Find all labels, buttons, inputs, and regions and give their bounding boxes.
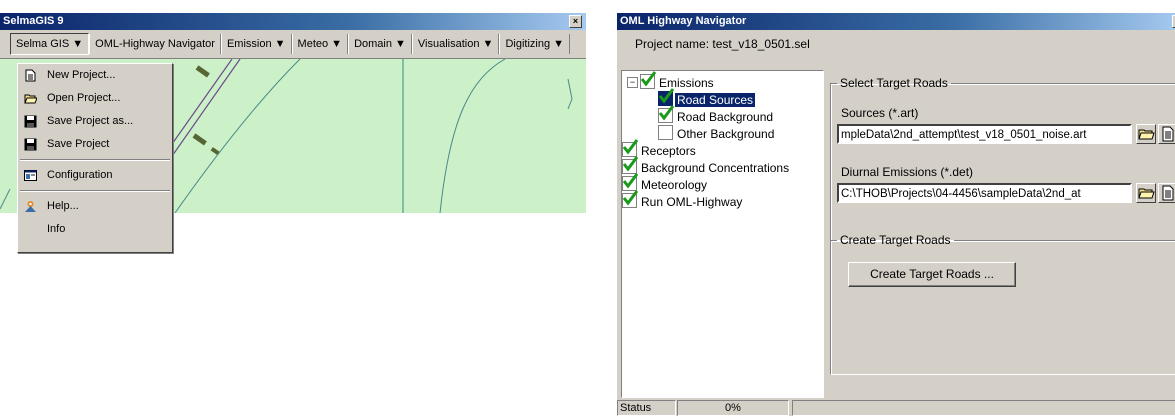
document-icon xyxy=(1162,185,1174,201)
tree-collapse-toggle[interactable]: − xyxy=(627,77,638,88)
status-progress: 0% xyxy=(677,400,789,416)
selmagis-menubar: Selma GIS ▼ OML-Highway Navigator Emissi… xyxy=(0,30,586,59)
menu-digitizing[interactable]: Digitizing ▼ xyxy=(499,34,571,54)
menu-item-label: Help... xyxy=(47,200,79,212)
sources-file-field[interactable]: mpleData\2nd_attempt\test_v18_0501_noise… xyxy=(837,124,1132,144)
view-sources-button[interactable] xyxy=(1158,124,1175,144)
menu-item-save-project[interactable]: Save Project xyxy=(18,133,172,156)
selmagis-title: SelmaGIS 9 xyxy=(3,15,64,27)
diurnal-emissions-file-field[interactable]: C:\THOB\Projects\04-4456\sampleData\2nd_… xyxy=(837,183,1132,203)
tree-item-label: Road Sources xyxy=(675,93,756,107)
check-icon[interactable] xyxy=(622,139,638,157)
tree-item-label: Receptors xyxy=(641,144,696,158)
tree-item-label: Other Background xyxy=(677,127,775,141)
help-icon xyxy=(25,201,36,212)
document-icon xyxy=(1162,126,1174,142)
unchecked-box-icon[interactable] xyxy=(658,125,673,140)
check-icon[interactable] xyxy=(622,190,638,208)
new-document-icon xyxy=(25,69,36,82)
menu-item-help[interactable]: Help... xyxy=(18,195,172,218)
open-folder-icon xyxy=(1138,129,1155,140)
project-name-label: Project name: test_v18_0501.sel xyxy=(635,37,810,51)
menu-item-label: New Project... xyxy=(47,69,116,81)
configuration-icon xyxy=(24,170,37,181)
menu-item-info[interactable]: Info xyxy=(18,218,172,241)
diurnal-emissions-label: Diurnal Emissions (*.det) xyxy=(841,165,974,179)
oml-titlebar: OML Highway Navigator × xyxy=(617,13,1175,30)
tree-item-other-background[interactable]: Other Background xyxy=(658,125,776,141)
tree-item-label: Road Background xyxy=(677,110,774,124)
menu-separator xyxy=(20,159,170,161)
tree-item-emissions[interactable]: Emissions xyxy=(640,71,716,90)
menu-item-configuration[interactable]: Configuration xyxy=(18,164,172,187)
menu-separator xyxy=(20,190,170,192)
menu-emission[interactable]: Emission ▼ xyxy=(220,34,292,54)
save-disk-icon xyxy=(24,138,37,151)
menu-selma-gis[interactable]: Selma GIS ▼ xyxy=(10,33,90,55)
menu-item-open-project[interactable]: Open Project... xyxy=(18,87,172,110)
menu-item-label: Open Project... xyxy=(47,92,121,104)
create-target-roads-group: Create Target Roads xyxy=(830,233,1175,375)
check-icon[interactable] xyxy=(622,173,638,191)
select-target-roads-legend: Select Target Roads xyxy=(840,76,948,90)
check-icon[interactable] xyxy=(658,88,674,106)
tree-item-background-concentrations[interactable]: Background Concentrations xyxy=(622,156,791,175)
menu-item-label: Save Project xyxy=(47,138,110,150)
tree-item-run-oml-highway[interactable]: Run OML-Highway xyxy=(622,190,744,209)
oml-navigator-window: OML Highway Navigator × Project name: te… xyxy=(617,13,1175,416)
menu-item-save-project-as[interactable]: Save Project as... xyxy=(18,110,172,133)
selmagis-titlebar: SelmaGIS 9 × xyxy=(0,13,586,30)
tree-item-label: Run OML-Highway xyxy=(641,195,743,209)
tree-item-road-background[interactable]: Road Background xyxy=(658,105,775,124)
status-message xyxy=(792,400,1175,416)
open-folder-icon xyxy=(1138,188,1155,199)
check-icon[interactable] xyxy=(658,105,674,123)
navigator-tree[interactable]: − Emissions Road Sources Road Background… xyxy=(621,70,824,398)
view-diurnal-button[interactable] xyxy=(1158,183,1175,203)
browse-diurnal-button[interactable] xyxy=(1136,183,1156,203)
tree-item-label: Background Concentrations xyxy=(641,161,790,175)
check-icon[interactable] xyxy=(640,71,656,89)
selmagis-close-button[interactable]: × xyxy=(569,15,582,28)
oml-title: OML Highway Navigator xyxy=(620,15,747,27)
select-target-roads-group: Select Target Roads xyxy=(830,76,1175,241)
selma-gis-dropdown-menu: New Project... Open Project... Save Proj… xyxy=(17,63,173,253)
save-disk-icon xyxy=(24,115,37,128)
menu-item-label: Save Project as... xyxy=(47,115,134,127)
status-label: Status xyxy=(617,400,676,416)
open-folder-icon xyxy=(24,94,37,104)
menu-visualisation[interactable]: Visualisation ▼ xyxy=(411,34,500,54)
create-target-roads-legend: Create Target Roads xyxy=(840,233,951,247)
tree-item-label: Meteorology xyxy=(641,178,708,192)
menu-item-label: Info xyxy=(47,223,66,235)
sources-label: Sources (*.art) xyxy=(841,106,919,120)
menu-item-label: Configuration xyxy=(47,169,113,181)
menu-meteo[interactable]: Meteo ▼ xyxy=(291,34,349,54)
create-target-roads-button[interactable]: Create Target Roads ... xyxy=(848,262,1016,287)
check-icon[interactable] xyxy=(622,156,638,174)
menu-item-new-project[interactable]: New Project... xyxy=(18,64,172,87)
browse-sources-button[interactable] xyxy=(1136,124,1156,144)
menu-domain[interactable]: Domain ▼ xyxy=(348,34,412,54)
status-bar: Status 0% xyxy=(617,400,1175,416)
menu-oml-highway-navigator[interactable]: OML-Highway Navigator xyxy=(89,34,221,54)
